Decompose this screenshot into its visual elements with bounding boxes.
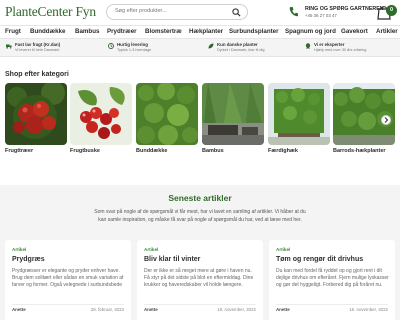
category-label: Frugtbuske [70,148,100,154]
usp-title: Fast lav fragt (Kr.dan) [15,42,61,47]
article-excerpt: Prydgræsser er elegante og pryder enhver… [12,268,124,288]
article-author: Anette [144,307,158,312]
nav-item-haekplanter[interactable]: Hækplanter [189,28,223,35]
category-label: Barrods-hækplanter [333,148,386,154]
card-divider [12,304,124,305]
truck-icon [6,44,12,49]
badge-icon [305,43,311,49]
category-image [268,83,330,145]
phone-number[interactable]: +45 36 27 03 47 [305,13,337,18]
category-label: Bambus [202,148,224,154]
category-label: Færdighæk [268,148,298,154]
usp-title: Vi er eksperter [314,42,345,47]
card-divider [144,304,256,305]
usp-subtitle: Vi leverer til hele Danmark [15,48,60,52]
article-card[interactable]: Artikel Bliv klar til vinter Der er ikke… [137,240,263,320]
article-date: 18. november, 2022 [217,307,256,312]
articles-heading: Seneste artikler [168,193,232,203]
category-image [202,83,264,145]
category-image [136,83,198,145]
nav-item-surbundsplanter[interactable]: Surbundsplanter [229,28,279,35]
usp-bar: Fast lav fragt (Kr.dan) Vi leverer til h… [0,39,400,57]
article-excerpt: Der er ikke er så meget mere at gøre i h… [144,268,254,288]
carousel-next-button[interactable] [381,115,391,125]
cart-count-badge: 0 [386,5,397,16]
article-tag: Artikel [144,247,159,252]
category-image [70,83,132,145]
main-nav: Frugt Bunddække Bambus Prydtræer Blomste… [0,25,400,39]
category-label: Frugttræer [5,148,34,154]
usp-title: Kun danske planter [217,42,258,47]
phone-title: RING OG SPØRG GARTNEREN [305,6,384,12]
usp-subtitle: Typisk 1-3 hverdage [117,48,152,52]
category-card-faerdighaek[interactable]: Færdighæk [268,83,330,166]
article-title[interactable]: Prydgræs [12,256,45,263]
nav-item-prydtraeer[interactable]: Prydtræer [107,28,137,35]
site-logo[interactable]: PlanteCenter Fyn [5,4,96,20]
site-header: PlanteCenter Fyn Søg efter produkter... … [0,0,400,25]
usp-title: Hurtig levering [117,42,148,47]
category-label: Bunddække [136,148,168,154]
nav-item-blomstertrae[interactable]: Blomstertræ [145,28,182,35]
article-author: Anette [276,307,290,312]
category-image [5,83,67,145]
nav-item-spagnum[interactable]: Spagnum og jord [285,28,336,35]
chevron-right-icon [384,117,389,123]
article-card[interactable]: Artikel Prydgræs Prydgræsser er elegante… [5,240,131,320]
article-author: Anette [12,307,26,312]
article-date: 16. november, 2022 [349,307,388,312]
usp-subtitle: Dyrket i Danmark, klar til dig [217,48,265,52]
category-card-bunddaekke[interactable]: Bunddække [136,83,198,166]
nav-item-gavekort[interactable]: Gavekort [341,28,368,35]
search-icon[interactable] [232,8,241,17]
search-placeholder: Søg efter produkter... [115,8,167,14]
category-card-frugttraeer[interactable]: Frugttræer [5,83,67,166]
usp-subtitle: Hjælp med over 30 års erfaring [314,48,367,52]
phone-icon [289,7,298,17]
clock-icon [108,43,114,49]
nav-item-artikler[interactable]: Artikler [376,28,398,35]
leaf-icon [208,43,214,49]
categories-heading: Shop efter kategori [5,71,69,78]
article-card[interactable]: Artikel Tøm og rengør dit drivhus Du kan… [269,240,395,320]
category-card-frugtbuske[interactable]: Frugtbuske [70,83,132,166]
search-input[interactable]: Søg efter produkter... [106,4,248,20]
nav-item-frugt[interactable]: Frugt [5,28,21,35]
category-card-bambus[interactable]: Bambus [202,83,264,166]
article-tag: Artikel [276,247,291,252]
nav-item-bunddaekke[interactable]: Bunddække [30,28,65,35]
articles-intro: Som svar på nogle af de spørgsmål vi får… [94,209,306,223]
nav-item-bambus[interactable]: Bambus [75,28,99,35]
article-excerpt: Du kan med fordel få ryddet op og gjort … [276,268,389,288]
article-title[interactable]: Tøm og rengør dit drivhus [276,256,363,263]
article-date: 28. februar, 2023 [90,307,124,312]
article-title[interactable]: Bliv klar til vinter [144,256,200,263]
card-divider [276,304,388,305]
article-tag: Artikel [12,247,27,252]
category-image [333,83,395,145]
